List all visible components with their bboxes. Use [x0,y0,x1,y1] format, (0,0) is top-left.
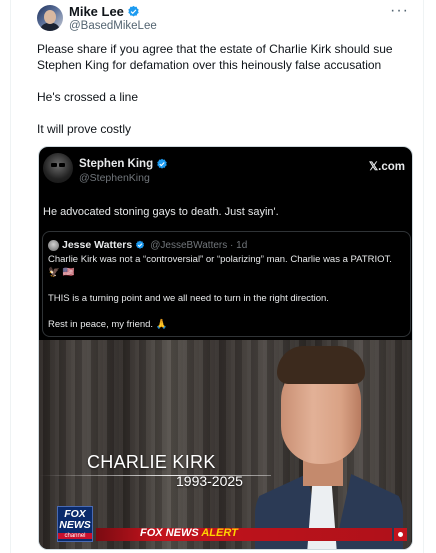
alert-network: FOX NEWS [140,527,199,539]
author-name[interactable]: Mike Lee [69,4,124,19]
more-options-icon[interactable]: ··· [390,2,409,20]
quoted-paragraph: THIS is a turning point and we all need … [48,293,329,304]
quoted-tweet-text: Charlie Kirk was not a “controversial” o… [48,253,403,344]
embedded-author-handle: @StephenKing [79,172,150,184]
quoted-paragraph: Charlie Kirk was not a “controversial” o… [48,254,392,278]
verified-badge-icon [157,158,167,169]
portrait-hair [277,346,365,384]
quoted-tweet: Jesse Watters @JesseBWatters · 1d Charli… [42,231,411,337]
avatar-face [44,10,56,24]
alert-word: ALERT [201,527,238,539]
avatar[interactable] [37,5,63,31]
quoted-author-row: Jesse Watters @JesseBWatters · 1d [62,239,247,251]
tweet-paragraph: He's crossed a line [37,90,139,104]
tweet-paragraph: Please share if you agree that the estat… [37,42,393,72]
author-handle[interactable]: @BasedMikeLee [69,20,157,32]
news-video-frame: CHARLIE KIRK 1993-2025 FOX NEWS channel … [39,340,412,549]
tweet-text: Please share if you agree that the estat… [37,41,409,153]
quoted-paragraph: Rest in peace, my friend. 🙏 [48,319,168,330]
quoted-author-handle: @JesseBWatters · 1d [150,239,248,251]
quoted-author-name: Jesse Watters [62,239,133,251]
logo-line-news: NEWS [59,519,91,531]
embedded-author-row: Stephen King [79,158,168,170]
quoted-avatar [48,240,59,251]
embedded-author-name: Stephen King [79,158,154,170]
caption-name: CHARLIE KIRK [87,452,216,472]
caption-years: 1993-2025 [176,473,243,489]
logo-line-channel: channel [58,533,92,539]
embedded-tweet-text: He advocated stoning gays to death. Just… [43,206,279,218]
tweet-card: Mike Lee @BasedMikeLee ··· Please share … [10,0,424,553]
portrait [255,346,403,549]
author-row: Mike Lee [69,4,140,19]
tweet-paragraph: It will prove costly [37,122,132,136]
avatar-suit [40,23,60,31]
verified-badge-icon [128,5,139,17]
fox-news-logo: FOX NEWS channel [57,506,93,542]
glasses-right [59,163,65,167]
news-alert-text: FOX NEWS ALERT [140,527,238,539]
embedded-screenshot[interactable]: Stephen King @StephenKing 𝕏.com He advoc… [38,146,413,550]
glasses-left [51,163,57,167]
live-dot-icon [398,532,403,537]
tweet-header: Mike Lee @BasedMikeLee ··· [37,2,409,34]
x-logo: 𝕏.com [368,161,405,173]
verified-badge-icon [136,240,145,249]
alert-end-cap [394,528,407,541]
embedded-avatar [43,153,73,183]
